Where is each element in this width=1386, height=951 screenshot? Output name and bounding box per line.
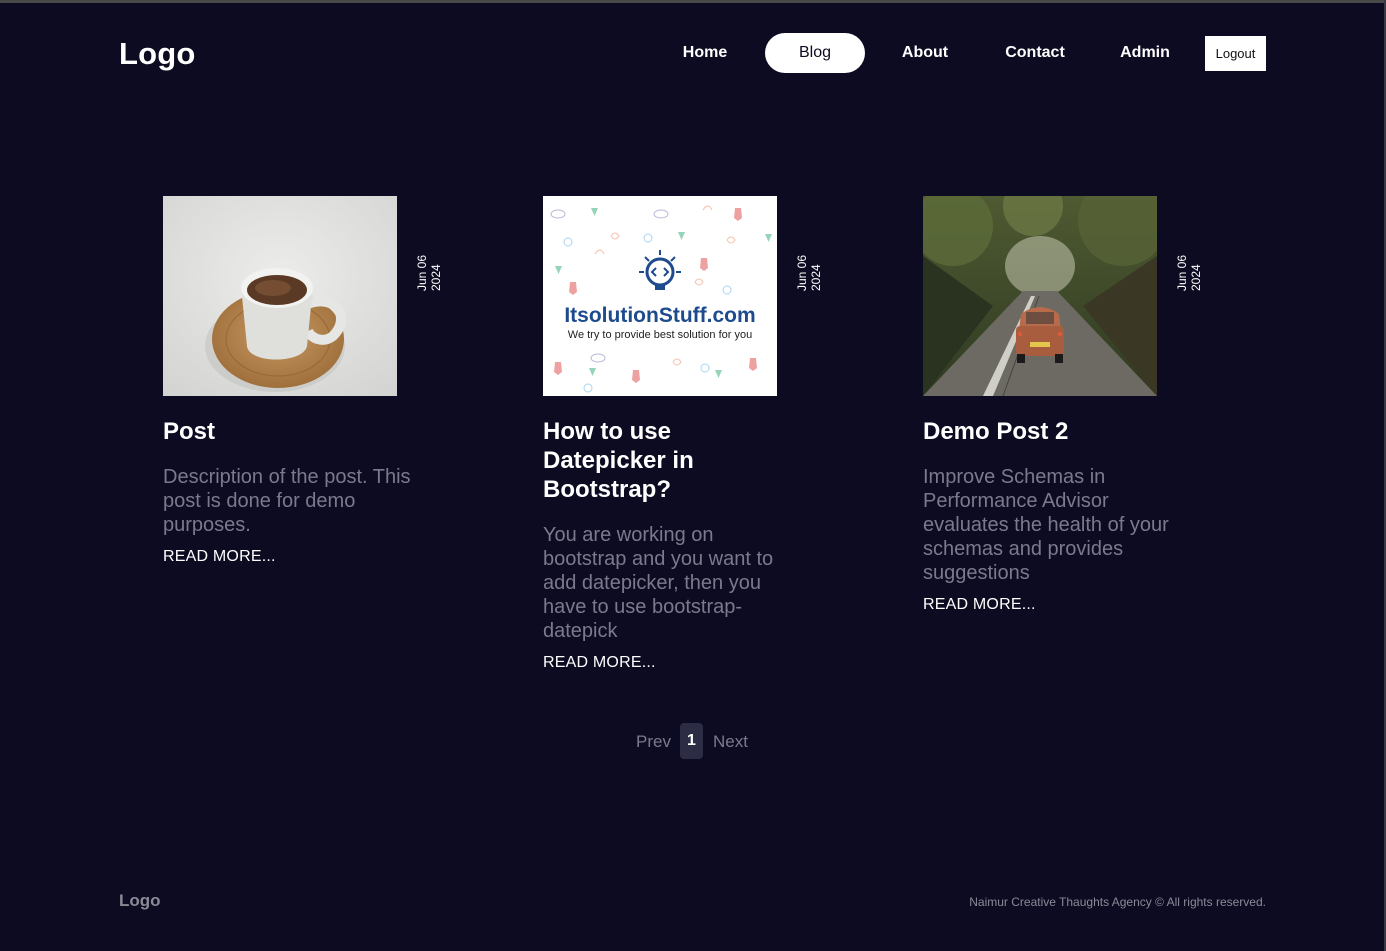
post-date-day: Jun 06 bbox=[415, 254, 429, 291]
nav-item-about[interactable]: About bbox=[875, 33, 975, 73]
post-date-year: 2024 bbox=[1189, 264, 1203, 291]
pagination-next[interactable]: Next bbox=[713, 732, 748, 752]
post-date-day: Jun 06 bbox=[795, 254, 809, 291]
nav-item-blog[interactable]: Blog bbox=[765, 33, 865, 73]
post-date-year: 2024 bbox=[809, 264, 823, 291]
post-description: You are working on bootstrap and you wan… bbox=[543, 524, 774, 642]
nav-item-home[interactable]: Home bbox=[655, 33, 755, 73]
nav-item-admin[interactable]: Admin bbox=[1095, 33, 1195, 73]
logout-button[interactable]: Logout bbox=[1205, 36, 1266, 71]
image-brand-text: ItsolutionStuff.com bbox=[564, 304, 755, 327]
post-date-day: Jun 06 bbox=[1175, 254, 1189, 291]
footer-logo[interactable]: Logo bbox=[119, 891, 161, 911]
post-image-vintage-car[interactable] bbox=[923, 196, 1157, 396]
post-title[interactable]: How to use Datepicker in Bootstrap? bbox=[543, 417, 793, 504]
post-date: Jun 06 2024 bbox=[415, 255, 443, 291]
read-more-link[interactable]: READ MORE... bbox=[543, 654, 656, 672]
post-description: Description of the post. This post is do… bbox=[163, 466, 411, 536]
post-date-year: 2024 bbox=[429, 264, 443, 291]
post-image-itsolutionstuff[interactable]: ItsolutionStuff.com We try to provide be… bbox=[543, 196, 777, 396]
window-top-border bbox=[0, 0, 1386, 3]
read-more-link[interactable]: READ MORE... bbox=[163, 548, 276, 566]
post-date: Jun 06 2024 bbox=[1175, 255, 1203, 291]
read-more-link[interactable]: READ MORE... bbox=[923, 596, 1036, 614]
pagination-page-1[interactable]: 1 bbox=[680, 723, 703, 759]
post-description: Improve Schemas in Performance Advisor e… bbox=[923, 466, 1169, 584]
post-title[interactable]: Demo Post 2 bbox=[923, 417, 1173, 446]
nav-item-contact[interactable]: Contact bbox=[985, 33, 1085, 73]
post-date: Jun 06 2024 bbox=[795, 255, 823, 291]
footer-copyright: Naimur Creative Thaughts Agency © All ri… bbox=[969, 895, 1266, 909]
site-logo[interactable]: Logo bbox=[119, 36, 196, 72]
post-title[interactable]: Post bbox=[163, 417, 413, 446]
post-image-coffee[interactable] bbox=[163, 196, 397, 396]
image-tagline-text: We try to provide best solution for you bbox=[568, 329, 752, 341]
pagination-prev[interactable]: Prev bbox=[636, 732, 671, 752]
